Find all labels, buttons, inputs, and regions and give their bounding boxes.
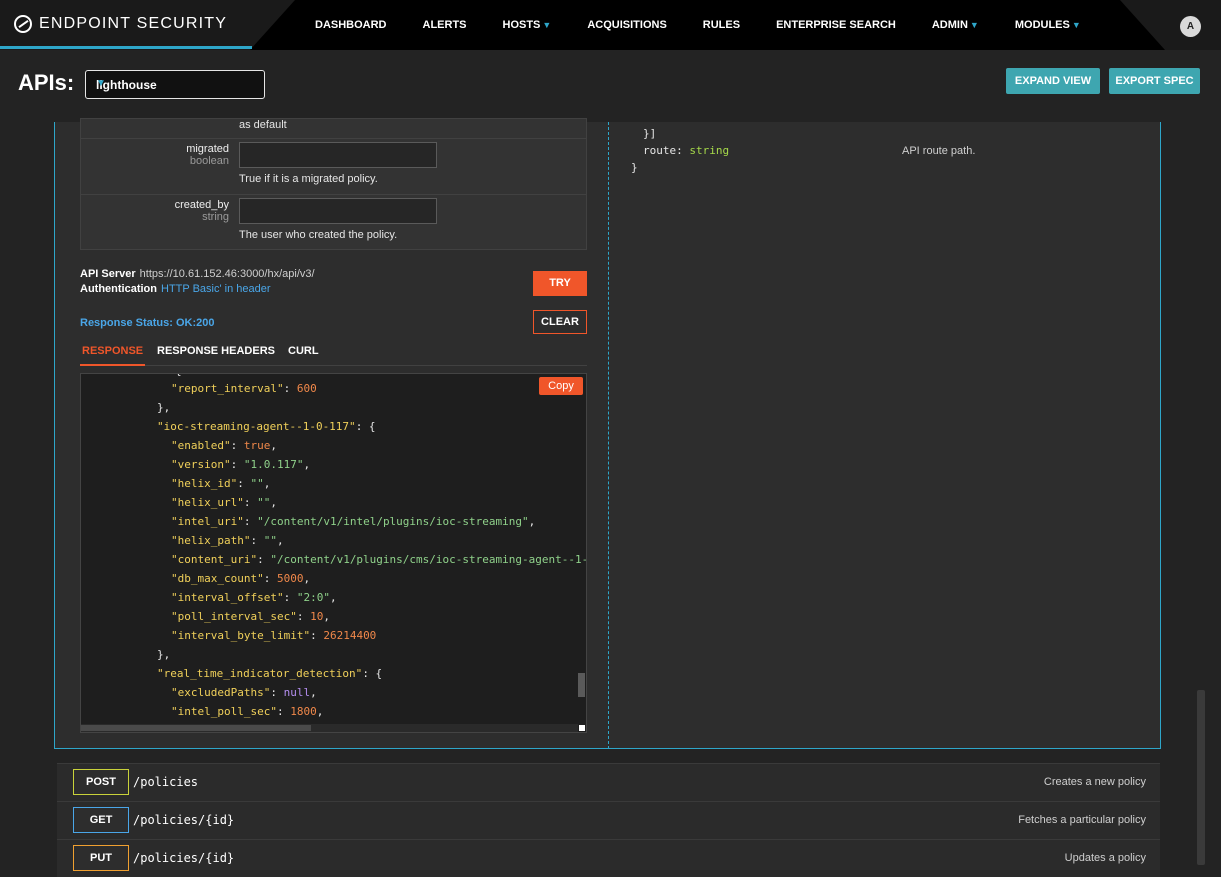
schema-route: route: string	[643, 144, 730, 157]
schema-route-desc: API route path.	[902, 145, 976, 157]
endpoint-desc: Updates a policy	[1064, 852, 1146, 864]
response-status: Response Status: OK:200	[80, 317, 215, 329]
schema-route-type: string	[689, 144, 730, 157]
param-row-migrated: migrated boolean True if it is a migrate…	[80, 138, 587, 195]
chevron-down-icon: ▼	[542, 20, 552, 30]
page-scrollbar[interactable]	[1197, 690, 1205, 865]
page-title: APIs:	[18, 70, 75, 95]
endpoint-path: /policies/{id}	[133, 851, 235, 865]
nav-item-alerts[interactable]: ALERTS	[423, 19, 467, 31]
api-server-url: https://10.61.152.46:3000/hx/api/v3/	[139, 268, 315, 280]
brand-name[interactable]: ENDPOINT SECURITY	[39, 15, 227, 33]
user-area	[1120, 0, 1221, 50]
param-row-partial: as default	[80, 118, 587, 139]
created-by-field[interactable]	[239, 198, 437, 224]
response-tabs: RESPONSE RESPONSE HEADERS CURL	[80, 344, 587, 366]
param-row-created-by: created_by string The user who created t…	[80, 194, 587, 250]
parameters-table: as default migrated boolean True if it i…	[80, 118, 587, 250]
method-badge-put: PUT	[73, 845, 129, 871]
param-desc: as default	[239, 119, 287, 131]
authentication-link[interactable]: HTTP Basic' in header	[161, 283, 271, 295]
api-server-line: API Server https://10.61.152.46:3000/hx/a…	[80, 268, 315, 280]
panel-divider	[608, 122, 609, 749]
endpoint-desc: Fetches a particular policy	[1018, 814, 1146, 826]
api-server-label: API Server	[80, 268, 136, 280]
response-body[interactable]: { "report_interval": 600 }, "ioc-streami…	[80, 373, 587, 733]
nav-item-acquisitions[interactable]: ACQUISITIONS	[587, 19, 666, 31]
schema-close-array: }]	[643, 127, 657, 140]
tab-curl[interactable]: CURL	[288, 344, 319, 366]
param-type: string	[202, 211, 229, 223]
param-desc: True if it is a migrated policy.	[239, 173, 378, 185]
resize-handle[interactable]	[579, 725, 585, 731]
nav-item-admin[interactable]: ADMIN ▼	[932, 19, 979, 31]
avatar[interactable]: A	[1180, 16, 1201, 37]
code-horizontal-scrollbar[interactable]	[81, 725, 311, 731]
param-name: migrated	[186, 143, 229, 155]
method-badge-post: POST	[73, 769, 129, 795]
chevron-down-icon: ▼	[96, 78, 106, 89]
endpoint-row-post-policies[interactable]: POST /policies Creates a new policy	[57, 763, 1160, 801]
schema-close-object: }	[631, 161, 638, 174]
method-badge-get: GET	[73, 807, 129, 833]
schema-route-key: route	[643, 144, 677, 157]
nav-item-modules[interactable]: MODULES ▼	[1015, 19, 1081, 31]
migrated-field[interactable]	[239, 142, 437, 168]
endpoint-path: /policies/{id}	[133, 813, 235, 827]
export-spec-button[interactable]: EXPORT SPEC	[1109, 68, 1200, 94]
nav-item-enterprise-search[interactable]: ENTERPRISE SEARCH	[776, 19, 896, 31]
try-button[interactable]: TRY	[533, 271, 587, 296]
expand-view-button[interactable]: EXPAND VIEW	[1006, 68, 1100, 94]
code-vertical-scrollbar[interactable]	[578, 673, 585, 697]
authentication-line: Authentication HTTP Basic' in header	[80, 283, 271, 295]
param-name: created_by	[174, 199, 229, 211]
brand-logo-icon[interactable]	[14, 15, 32, 33]
endpoint-desc: Creates a new policy	[1043, 776, 1146, 788]
tab-response-headers[interactable]: RESPONSE HEADERS	[157, 344, 275, 366]
nav-item-dashboard[interactable]: DASHBOARD	[315, 19, 387, 31]
param-type: boolean	[189, 155, 229, 167]
nav-menu: DASHBOARD ALERTS HOSTS ▼ ACQUISITIONS RUL…	[297, 0, 1099, 50]
endpoint-row-get-policy[interactable]: GET /policies/{id} Fetches a particular …	[57, 801, 1160, 839]
api-select[interactable]: lighthouse ▼	[85, 70, 265, 99]
chevron-down-icon: ▼	[969, 20, 979, 30]
copy-button[interactable]: Copy	[539, 377, 583, 395]
nav-item-hosts[interactable]: HOSTS ▼	[503, 19, 552, 31]
tab-response[interactable]: RESPONSE	[80, 344, 146, 366]
clear-button[interactable]: CLEAR	[533, 310, 587, 334]
nav-item-rules[interactable]: RULES	[703, 19, 740, 31]
param-desc: The user who created the policy.	[239, 229, 398, 241]
brand-underline	[0, 46, 252, 49]
endpoint-row-put-policy[interactable]: PUT /policies/{id} Updates a policy	[57, 839, 1160, 877]
endpoint-path: /policies	[133, 775, 199, 789]
top-navbar: ENDPOINT SECURITY DASHBOARD ALERTS HOSTS…	[0, 0, 1221, 50]
authentication-label: Authentication	[80, 283, 157, 295]
chevron-down-icon: ▼	[1071, 20, 1081, 30]
